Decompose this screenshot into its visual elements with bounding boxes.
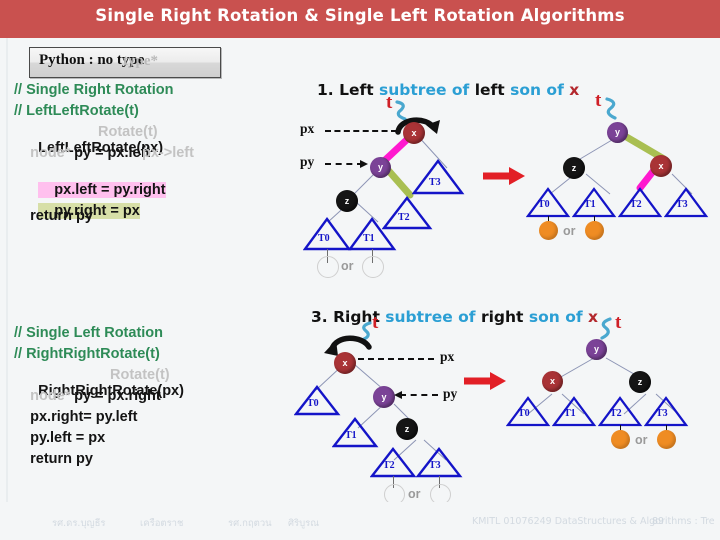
t-label: t <box>595 90 602 111</box>
subtree-t1-label: T1 <box>564 408 576 419</box>
section-word: of <box>546 81 564 99</box>
code-ghost-overlay: Rotate(t) <box>110 367 170 383</box>
code-line: py.right = px <box>14 187 274 219</box>
px-label: px <box>440 349 455 364</box>
py-arrowhead-icon <box>360 160 368 168</box>
filled-node-bubble <box>611 430 630 449</box>
node-y: y <box>607 122 628 143</box>
py-pointer-line <box>400 394 438 396</box>
footer-author-2: เครือตราช <box>140 518 184 529</box>
footer-author-1: รศ.ดร.บุญธีร <box>52 518 106 529</box>
section-1-title: 1. Left subtree of left son of x <box>317 81 579 99</box>
section-word: of <box>451 81 470 99</box>
code-line: // Single Right Rotation <box>14 82 174 98</box>
node-x: x <box>650 155 672 177</box>
panel-divider <box>6 38 8 502</box>
filled-node-bubble <box>657 430 676 449</box>
code-line: RightRightRotate(px) Rotate(t) <box>14 367 274 399</box>
or-label: or <box>408 487 421 501</box>
py-label: py <box>300 154 315 169</box>
node-x: x <box>542 371 563 392</box>
transform-arrow-3-icon <box>464 372 506 390</box>
code-text: py = px.left <box>58 145 151 161</box>
subtree-t3-label: T3 <box>429 177 441 188</box>
section-word: x <box>569 81 580 99</box>
section-number: 3. <box>311 308 328 326</box>
code-line: node* py = px.right <box>14 388 274 409</box>
subtree-t2-label: T2 <box>383 460 395 471</box>
section-word: son <box>528 308 560 326</box>
or-label: or <box>341 259 354 273</box>
px-pointer-line <box>358 358 434 360</box>
code-line: LeftLeftRotate(px) Rotate(t) <box>14 124 274 156</box>
subtree-t2-label: T2 <box>398 212 410 223</box>
empty-node-bubble <box>317 256 339 278</box>
code-line: // Single Left Rotation <box>14 325 164 341</box>
py-pointer-line <box>325 163 363 165</box>
empty-node-bubble <box>362 256 384 278</box>
subtree-t3-label: T3 <box>429 460 441 471</box>
footer-page-number: 89 <box>652 516 665 527</box>
filled-node-bubble <box>585 221 604 240</box>
code-line: // RightRightRotate(t) <box>14 346 160 362</box>
node-x: x <box>403 122 425 144</box>
node-y: y <box>586 339 607 360</box>
section-word: right <box>480 308 524 326</box>
px-label: px <box>300 121 315 136</box>
node-z: z <box>396 418 418 440</box>
node-x: x <box>334 352 356 374</box>
section-word: left <box>474 81 505 99</box>
code-line: py.left = px <box>14 430 106 446</box>
code-text: py = px.right <box>58 388 161 404</box>
python-type-badge[interactable]: Python : no type type* <box>29 47 221 78</box>
code-line: return py <box>14 451 93 467</box>
code-line: px.left = py.right <box>14 166 274 198</box>
code-line: return py <box>14 208 93 224</box>
subtree-t0-label: T0 <box>538 199 550 210</box>
code-ghost-overlay: Rotate(t) <box>98 124 158 140</box>
py-label: py <box>443 386 458 401</box>
section-word: Left <box>339 81 374 99</box>
subtree-t1-label: T1 <box>345 430 357 441</box>
python-badge-ghost-text: type* <box>123 53 158 69</box>
footer-course: KMITL 01076249 DataStructures & Algorith… <box>472 516 715 527</box>
px-pointer-line <box>325 130 397 132</box>
code-line: node* py = px.left px->left <box>14 145 274 166</box>
section-word: subtree <box>385 308 453 326</box>
page-title: Single Right Rotation & Single Left Rota… <box>95 6 625 25</box>
subtree-t3-label: T3 <box>656 408 668 419</box>
section-word: son <box>510 81 542 99</box>
filled-node-bubble <box>539 221 558 240</box>
code-block-single-right-rotation: // Single Right Rotation // LeftLeftRota… <box>14 82 274 229</box>
code-ghost-suffix: px->left <box>142 145 194 161</box>
node-z: z <box>629 371 651 393</box>
py-arrowhead-icon <box>394 391 402 399</box>
node-z: z <box>336 190 358 212</box>
subtree-t3-label: T3 <box>676 199 688 210</box>
subtree-t0-label: T0 <box>307 398 319 409</box>
footer-author-3: รศ.กฤตวน <box>228 518 272 529</box>
section-word: of <box>565 308 583 326</box>
node-z: z <box>563 157 585 179</box>
subtree-t2-label: T2 <box>630 199 642 210</box>
subtree-t1-label: T1 <box>363 233 375 244</box>
subtree-t0-label: T0 <box>518 408 530 419</box>
subtree-t1-label: T1 <box>584 199 596 210</box>
subtree-t0-label: T0 <box>318 233 330 244</box>
code-line: // LeftLeftRotate(t) <box>14 103 139 119</box>
code-line: px.right= py.left <box>14 409 138 425</box>
code-block-single-left-rotation: // Single Left Rotation // RightRightRot… <box>14 325 274 472</box>
section-number: 1. <box>317 81 334 99</box>
subtree-t2-label: T2 <box>610 408 622 419</box>
or-label: or <box>563 224 576 238</box>
footer-author-4: ศิริบูรณ <box>288 518 320 529</box>
slide-canvas: Single Right Rotation & Single Left Rota… <box>0 0 720 540</box>
or-label: or <box>635 433 648 447</box>
node-y: y <box>370 157 391 178</box>
section-word: of <box>458 308 476 326</box>
